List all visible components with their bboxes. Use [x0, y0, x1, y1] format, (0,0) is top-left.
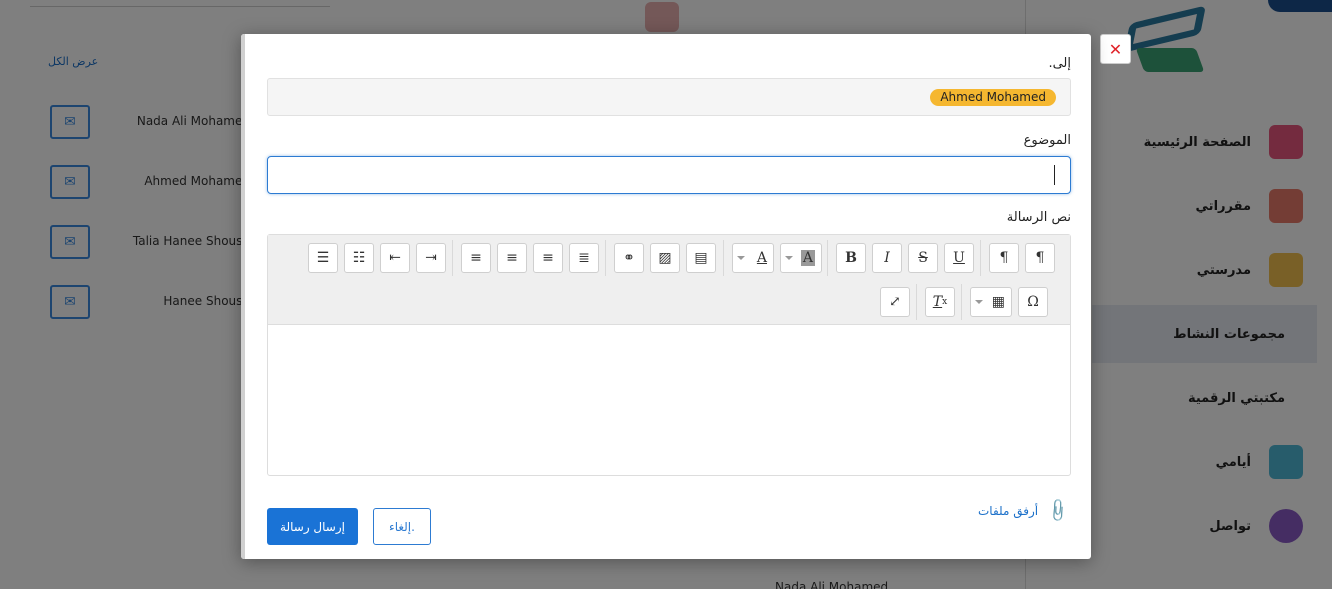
align-justify-icon[interactable]: ≣: [569, 243, 599, 273]
align-left-icon[interactable]: ≡: [461, 243, 491, 273]
bullet-list-icon[interactable]: ☷: [344, 243, 374, 273]
rtl-paragraph-icon[interactable]: ¶: [989, 243, 1019, 273]
underline-icon[interactable]: U: [944, 243, 974, 273]
background-color-icon[interactable]: A: [780, 243, 822, 273]
message-body-input[interactable]: [268, 325, 1070, 475]
cancel-button[interactable]: إلغاء.: [373, 508, 431, 545]
special-char-icon[interactable]: Ω: [1018, 287, 1048, 317]
link-icon[interactable]: ⚭: [614, 243, 644, 273]
ordered-list-icon[interactable]: ☰: [308, 243, 338, 273]
italic-icon[interactable]: I: [872, 243, 902, 273]
close-icon[interactable]: ✕: [1100, 34, 1131, 64]
video-icon[interactable]: ▤: [686, 243, 716, 273]
recipient-chip[interactable]: Ahmed Mohamed: [930, 89, 1056, 106]
attach-files-link[interactable]: 📎 أرفق ملفات: [978, 497, 1072, 525]
clear-format-icon[interactable]: Tx: [925, 287, 955, 317]
rich-text-editor: ¶ ¶ U S I B A A ▤ ▨ ⚭ ≣ ≡ ≡ ≡ ⇥ ⇤ ☷ ☰ Ω: [267, 234, 1071, 476]
paperclip-icon: 📎: [1044, 496, 1072, 525]
font-color-icon[interactable]: A: [732, 243, 774, 273]
subject-input[interactable]: [267, 156, 1071, 194]
send-message-button[interactable]: إرسال رسالة: [267, 508, 358, 545]
table-icon[interactable]: ▦: [970, 287, 1012, 317]
align-center-icon[interactable]: ≡: [497, 243, 527, 273]
align-right-icon[interactable]: ≡: [533, 243, 563, 273]
subject-label: الموضوع: [1023, 133, 1071, 148]
bold-icon[interactable]: B: [836, 243, 866, 273]
fullscreen-icon[interactable]: ⤢: [880, 287, 910, 317]
editor-toolbar: ¶ ¶ U S I B A A ▤ ▨ ⚭ ≣ ≡ ≡ ≡ ⇥ ⇤ ☷ ☰ Ω: [268, 235, 1070, 325]
ltr-paragraph-icon[interactable]: ¶: [1025, 243, 1055, 273]
outdent-icon[interactable]: ⇤: [380, 243, 410, 273]
compose-message-dialog: إلى. Ahmed Mohamed الموضوع نص الرسالة ¶ …: [241, 34, 1091, 559]
message-body-label: نص الرسالة: [1006, 210, 1071, 225]
strikethrough-icon[interactable]: S: [908, 243, 938, 273]
image-icon[interactable]: ▨: [650, 243, 680, 273]
recipients-field[interactable]: Ahmed Mohamed: [267, 78, 1071, 116]
to-label: إلى.: [1048, 56, 1071, 71]
indent-icon[interactable]: ⇥: [416, 243, 446, 273]
